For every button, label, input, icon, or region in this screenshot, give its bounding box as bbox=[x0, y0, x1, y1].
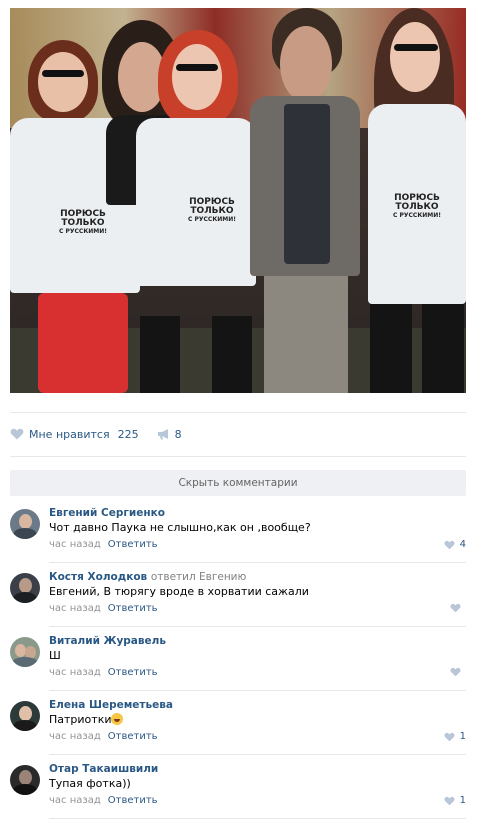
divider bbox=[49, 626, 466, 627]
person-4 bbox=[250, 8, 360, 393]
shirt-text-line: С РУССКИМИ! bbox=[393, 211, 441, 219]
share-button[interactable]: 8 bbox=[157, 428, 182, 441]
comment-time[interactable]: час назад bbox=[49, 667, 101, 678]
divider bbox=[49, 562, 466, 563]
heart-icon bbox=[450, 667, 461, 677]
like-label: Мне нравится bbox=[29, 427, 110, 441]
avatar[interactable] bbox=[10, 509, 40, 539]
reply-link[interactable]: Ответить bbox=[108, 603, 158, 614]
divider bbox=[49, 818, 466, 819]
comment-item: Елена Шереметьева Патриотки час назад Отв… bbox=[10, 699, 466, 765]
avatar[interactable] bbox=[10, 765, 40, 795]
comment-meta: час назад Ответить bbox=[49, 667, 158, 678]
comment-time[interactable]: час назад bbox=[49, 603, 101, 614]
comment-text: Ш bbox=[49, 649, 61, 662]
comment-text: Евгений, В тюрягу вроде в хорватии сажал… bbox=[49, 585, 309, 598]
shirt-text-line: С РУССКИМИ! bbox=[188, 215, 236, 223]
comment-text: Чот давно Паука не слышно,как он ,вообще… bbox=[49, 521, 311, 534]
comment-like-button[interactable]: 1 bbox=[444, 731, 466, 742]
comment-meta: час назад Ответить bbox=[49, 539, 158, 550]
grin-emoji-icon bbox=[111, 713, 124, 725]
comment-like-button[interactable]: 4 bbox=[444, 539, 466, 550]
comment-time[interactable]: час назад bbox=[49, 731, 101, 742]
heart-icon bbox=[444, 540, 455, 549]
avatar[interactable] bbox=[10, 573, 40, 603]
shirt-text-line: С РУССКИМИ! bbox=[59, 227, 107, 235]
comment-like-button[interactable] bbox=[450, 603, 466, 613]
divider bbox=[49, 754, 466, 755]
comment-meta: час назад Ответить bbox=[49, 795, 158, 806]
post-actions: Мне нравится 225 8 bbox=[10, 424, 182, 444]
replied-to[interactable]: ответил Евгению bbox=[151, 571, 247, 583]
comment-item: Отар Такаишвили Тупая фотка)) час назад О… bbox=[10, 763, 466, 829]
person-5: ПОРЮСЬ ТОЛЬКО С РУССКИМИ! bbox=[356, 8, 466, 393]
hide-comments-button[interactable]: Скрыть комментарии bbox=[10, 470, 466, 496]
comment-item: Виталий Журавель Ш час назад Ответить bbox=[10, 635, 466, 701]
heart-icon bbox=[444, 796, 455, 805]
post-photo[interactable]: ПОРЮСЬ ТОЛЬКО С РУССКИМИ! ПОРЮСЬ ТОЛЬКО … bbox=[10, 8, 466, 393]
comment-author[interactable]: Евгений Сергиенко bbox=[49, 507, 165, 519]
divider bbox=[10, 412, 466, 413]
heart-icon bbox=[10, 428, 24, 440]
comment-like-count: 1 bbox=[459, 731, 466, 742]
comment-item: Костя Холодков ответил Евгению Евгений, … bbox=[10, 571, 466, 637]
comment-like-count: 1 bbox=[459, 795, 466, 806]
comment-meta: час назад Ответить bbox=[49, 731, 158, 742]
avatar[interactable] bbox=[10, 701, 40, 731]
comment-time[interactable]: час назад bbox=[49, 539, 101, 550]
heart-icon bbox=[450, 603, 461, 613]
like-count: 225 bbox=[117, 427, 139, 441]
comment-like-button[interactable]: 1 bbox=[444, 795, 466, 806]
like-button[interactable]: Мне нравится 225 bbox=[10, 428, 139, 441]
reply-link[interactable]: Ответить bbox=[108, 795, 158, 806]
reply-link[interactable]: Ответить bbox=[108, 539, 158, 550]
comment-like-button[interactable] bbox=[450, 667, 466, 677]
avatar[interactable] bbox=[10, 637, 40, 667]
comment-author[interactable]: Елена Шереметьева bbox=[49, 699, 173, 711]
divider bbox=[10, 456, 466, 457]
megaphone-icon bbox=[157, 429, 168, 440]
divider bbox=[49, 690, 466, 691]
comment-item: Евгений Сергиенко Чот давно Паука не слы… bbox=[10, 507, 466, 573]
comment-text: Тупая фотка)) bbox=[49, 777, 131, 790]
reply-link[interactable]: Ответить bbox=[108, 731, 158, 742]
comment-like-count: 4 bbox=[459, 539, 466, 550]
comment-time[interactable]: час назад bbox=[49, 795, 101, 806]
comment-author[interactable]: Костя Холодков ответил Евгению bbox=[49, 571, 246, 583]
heart-icon bbox=[444, 732, 455, 741]
comment-meta: час назад Ответить bbox=[49, 603, 158, 614]
comment-author[interactable]: Виталий Журавель bbox=[49, 635, 166, 647]
comment-text: Патриотки bbox=[49, 713, 124, 726]
person-3: ПОРЮСЬ ТОЛЬКО С РУССКИМИ! bbox=[130, 30, 260, 393]
comment-author[interactable]: Отар Такаишвили bbox=[49, 763, 158, 775]
share-count: 8 bbox=[174, 427, 182, 441]
reply-link[interactable]: Ответить bbox=[108, 667, 158, 678]
